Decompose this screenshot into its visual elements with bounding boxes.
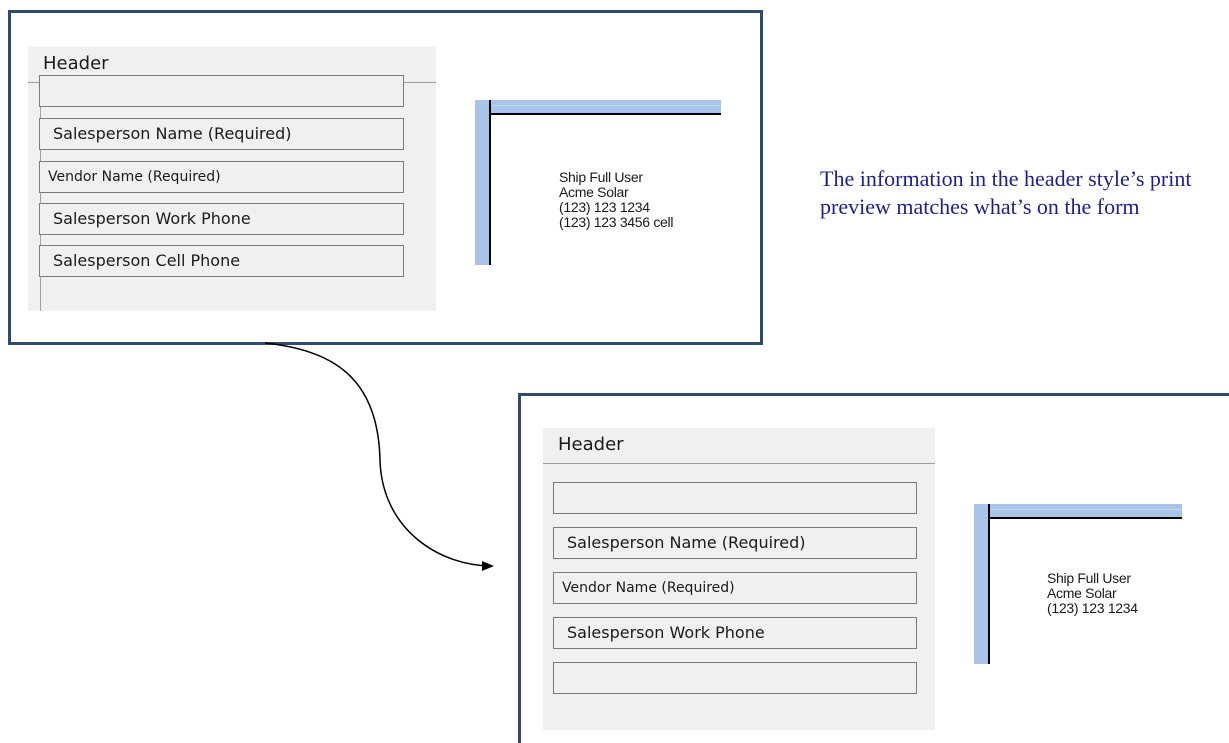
preview-left-band — [974, 504, 990, 664]
preview-line: Acme Solar — [1047, 585, 1117, 601]
top-example-frame: Header Salesperson Name (Required) Vendo… — [8, 10, 763, 345]
salesperson-cell-phone-field[interactable]: Salesperson Cell Phone — [39, 245, 404, 277]
salesperson-name-field[interactable]: Salesperson Name (Required) — [553, 527, 917, 559]
preview-top-band — [475, 100, 721, 115]
print-preview: Ship Full User Acme Solar (123) 123 1234… — [475, 100, 721, 265]
header-field-blank[interactable] — [39, 75, 404, 107]
preview-line: (123) 123 3456 cell — [559, 214, 674, 230]
preview-line: Ship Full User — [559, 169, 643, 185]
preview-line: Acme Solar — [559, 184, 629, 200]
preview-line: (123) 123 1234 — [1047, 600, 1138, 616]
preview-line: Ship Full User — [1047, 570, 1131, 586]
connector-curve — [264, 342, 494, 571]
panel-title: Header — [558, 434, 624, 455]
salesperson-work-phone-field[interactable]: Salesperson Work Phone — [553, 617, 917, 649]
panel-title: Header — [43, 53, 109, 74]
preview-top-band — [974, 504, 1182, 519]
preview-text-block: Ship Full User Acme Solar (123) 123 1234 — [1047, 571, 1138, 616]
preview-text-block: Ship Full User Acme Solar (123) 123 1234… — [559, 170, 673, 230]
header-field-blank[interactable] — [553, 482, 917, 514]
salesperson-name-field[interactable]: Salesperson Name (Required) — [39, 118, 404, 150]
print-preview: Ship Full User Acme Solar (123) 123 1234 — [974, 504, 1182, 664]
salesperson-work-phone-field[interactable]: Salesperson Work Phone — [39, 203, 404, 235]
vendor-name-field[interactable]: Vendor Name (Required) — [39, 161, 404, 193]
panel-divider — [543, 463, 935, 464]
vendor-name-field[interactable]: Vendor Name (Required) — [553, 572, 917, 604]
preview-left-band — [475, 100, 491, 265]
preview-line: (123) 123 1234 — [559, 199, 650, 215]
header-field-blank[interactable] — [553, 662, 917, 694]
explanation-caption: The information in the header style’s pr… — [820, 166, 1192, 219]
bottom-example-frame: Header Salesperson Name (Required) Vendo… — [518, 393, 1229, 743]
